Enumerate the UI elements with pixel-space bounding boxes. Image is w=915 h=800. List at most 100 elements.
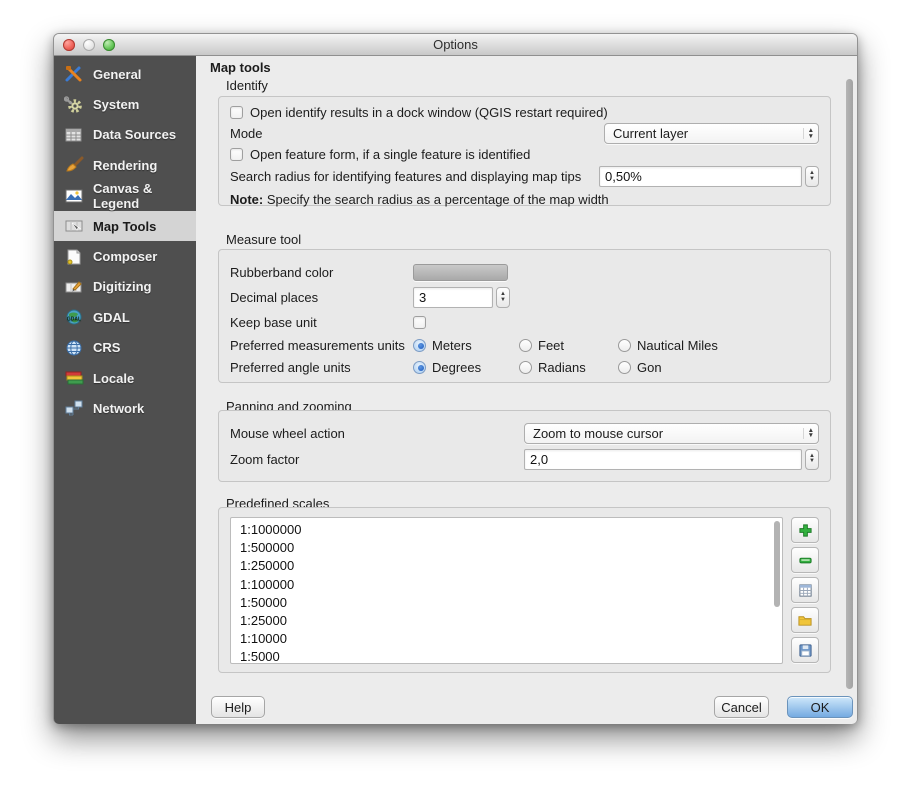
- sidebar-item-digitizing[interactable]: Digitizing: [54, 272, 196, 302]
- rubberband-color-button[interactable]: [413, 264, 508, 281]
- scale-item[interactable]: 1:100000: [240, 576, 782, 594]
- sidebar-item-label: General: [93, 67, 141, 82]
- scale-item[interactable]: 1:500000: [240, 539, 782, 557]
- radio-radians[interactable]: Radians: [519, 360, 618, 375]
- table-icon: [798, 583, 813, 598]
- note-text: Specify the search radius as a percentag…: [267, 192, 609, 207]
- scale-item[interactable]: 1:10000: [240, 630, 782, 648]
- options-dialog: Options General System: [53, 33, 858, 724]
- mouse-wheel-value: Zoom to mouse cursor: [533, 426, 663, 441]
- predefined-scales-list[interactable]: 1:1000000 1:500000 1:250000 1:100000 1:5…: [230, 517, 783, 664]
- sidebar-item-general[interactable]: General: [54, 59, 196, 89]
- sidebar-item-label: Digitizing: [93, 279, 152, 294]
- sidebar-item-canvas-legend[interactable]: Canvas & Legend: [54, 181, 196, 211]
- help-button[interactable]: Help: [211, 696, 265, 718]
- scale-item[interactable]: 1:250000: [240, 557, 782, 575]
- add-scale-button[interactable]: [791, 517, 819, 543]
- dock-window-checkbox[interactable]: [230, 106, 243, 119]
- note-prefix: Note:: [230, 192, 263, 207]
- close-button[interactable]: [63, 39, 75, 51]
- radio-degrees[interactable]: Degrees: [413, 360, 519, 375]
- scale-item[interactable]: 1:5000: [240, 648, 782, 664]
- import-scales-button[interactable]: [791, 607, 819, 633]
- radio-gon[interactable]: Gon: [618, 360, 662, 375]
- scale-item[interactable]: 1:25000: [240, 612, 782, 630]
- keep-base-unit-checkbox[interactable]: [413, 316, 426, 329]
- options-sidebar: General System Data Sources: [54, 56, 196, 724]
- decimal-places-spinner[interactable]: [496, 287, 510, 308]
- sidebar-item-data-sources[interactable]: Data Sources: [54, 120, 196, 150]
- scales-groupbox: 1:1000000 1:500000 1:250000 1:100000 1:5…: [218, 507, 831, 673]
- zoom-button[interactable]: [103, 39, 115, 51]
- mouse-wheel-dropdown[interactable]: Zoom to mouse cursor: [524, 423, 819, 444]
- radio-nautical-miles-icon: [618, 339, 631, 352]
- decimal-places-input[interactable]: [413, 287, 493, 308]
- general-icon: [63, 64, 85, 84]
- remove-scale-button[interactable]: [791, 547, 819, 573]
- canvas-legend-icon: [63, 186, 85, 206]
- default-scales-button[interactable]: [791, 577, 819, 603]
- sidebar-item-label: CRS: [93, 340, 120, 355]
- gdal-icon: GDAL: [63, 307, 85, 327]
- sidebar-item-label: System: [93, 97, 139, 112]
- search-radius-spinner[interactable]: [805, 166, 819, 187]
- sidebar-item-system[interactable]: System: [54, 89, 196, 119]
- sidebar-item-rendering[interactable]: Rendering: [54, 150, 196, 180]
- window-title: Options: [433, 37, 478, 52]
- keep-base-unit-label: Keep base unit: [230, 315, 413, 330]
- identify-groupbox: Open identify results in a dock window (…: [218, 96, 831, 206]
- sidebar-item-map-tools[interactable]: Map Tools: [54, 211, 196, 241]
- digitizing-icon: [63, 277, 85, 297]
- radio-nautical-miles-label: Nautical Miles: [637, 338, 718, 353]
- sidebar-item-label: Composer: [93, 249, 157, 264]
- radio-meters-label: Meters: [432, 338, 472, 353]
- map-tools-panel: Map tools Identify Open identify results…: [196, 56, 857, 724]
- minus-icon: [798, 553, 813, 568]
- sidebar-item-gdal[interactable]: GDAL GDAL: [54, 302, 196, 332]
- sidebar-item-label: Canvas & Legend: [93, 181, 196, 211]
- sidebar-item-crs[interactable]: CRS: [54, 333, 196, 363]
- mode-label: Mode: [230, 126, 263, 141]
- dock-window-label: Open identify results in a dock window (…: [250, 105, 608, 120]
- radio-feet-icon: [519, 339, 532, 352]
- search-radius-input[interactable]: [599, 166, 802, 187]
- sidebar-item-composer[interactable]: Composer: [54, 241, 196, 271]
- list-scrollbar[interactable]: [774, 521, 780, 607]
- main-scrollbar[interactable]: [846, 79, 853, 689]
- minimize-button[interactable]: [83, 39, 95, 51]
- measure-section-label: Measure tool: [226, 232, 301, 247]
- radio-radians-icon: [519, 361, 532, 374]
- sidebar-item-locale[interactable]: Locale: [54, 363, 196, 393]
- ok-button-label: OK: [811, 700, 830, 715]
- rubberband-label: Rubberband color: [230, 265, 413, 280]
- radio-degrees-icon: [413, 361, 426, 374]
- mouse-wheel-label: Mouse wheel action: [230, 426, 345, 441]
- radio-meters[interactable]: Meters: [413, 338, 519, 353]
- measure-groupbox: Rubberband color Decimal places Keep bas…: [218, 249, 831, 383]
- sidebar-item-network[interactable]: Network: [54, 393, 196, 423]
- title-bar[interactable]: Options: [54, 34, 857, 56]
- help-button-label: Help: [225, 700, 252, 715]
- zoom-factor-input[interactable]: [524, 449, 802, 470]
- feature-form-checkbox[interactable]: [230, 148, 243, 161]
- sidebar-item-label: Network: [93, 401, 144, 416]
- page-title: Map tools: [210, 60, 271, 75]
- radio-radians-label: Radians: [538, 360, 586, 375]
- mode-dropdown[interactable]: Current layer: [604, 123, 819, 144]
- decimal-places-label: Decimal places: [230, 290, 413, 305]
- zoom-factor-spinner[interactable]: [805, 449, 819, 470]
- sidebar-item-label: GDAL: [93, 310, 130, 325]
- radio-feet[interactable]: Feet: [519, 338, 618, 353]
- scale-item[interactable]: 1:50000: [240, 594, 782, 612]
- svg-text:GDAL: GDAL: [67, 317, 81, 323]
- radio-meters-icon: [413, 339, 426, 352]
- export-scales-button[interactable]: [791, 637, 819, 663]
- ok-button[interactable]: OK: [787, 696, 853, 718]
- cancel-button[interactable]: Cancel: [714, 696, 769, 718]
- mode-value: Current layer: [613, 126, 688, 141]
- sidebar-item-label: Data Sources: [93, 127, 176, 142]
- scale-item[interactable]: 1:1000000: [240, 521, 782, 539]
- radio-nautical-miles[interactable]: Nautical Miles: [618, 338, 718, 353]
- radio-degrees-label: Degrees: [432, 360, 481, 375]
- zoom-factor-label: Zoom factor: [230, 452, 299, 467]
